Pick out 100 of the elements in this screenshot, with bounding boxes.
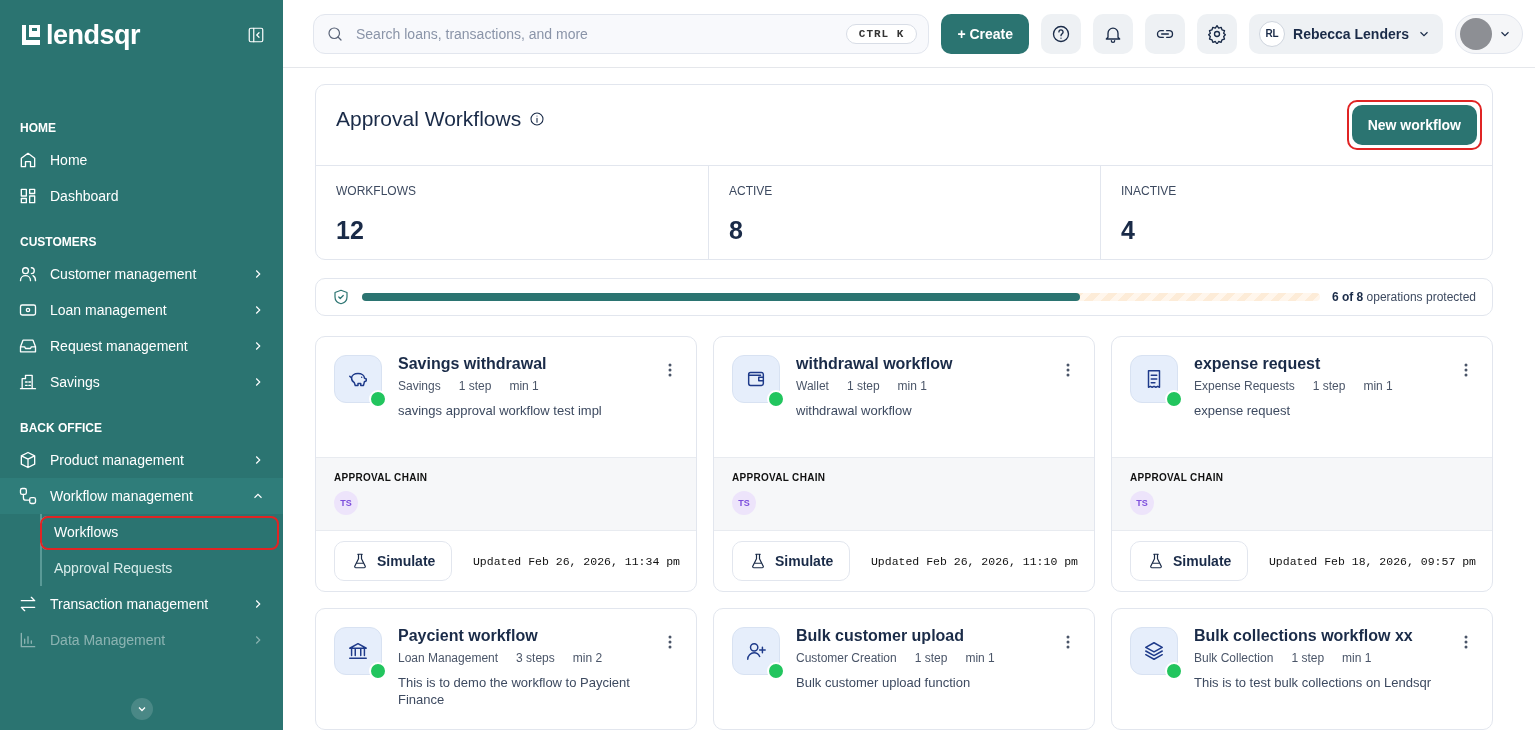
- collapse-sidebar-icon[interactable]: [247, 26, 265, 44]
- kebab-menu-icon: [668, 635, 672, 649]
- approver-avatar: TS: [1130, 491, 1154, 515]
- logo-text: lendsqr: [46, 19, 141, 51]
- notifications-button[interactable]: [1093, 13, 1134, 54]
- workflow-description: This is to demo the workflow to Paycient Finance: [398, 674, 631, 708]
- kebab-menu-icon: [1464, 363, 1468, 377]
- workflow-title: withdrawal workflow: [796, 355, 954, 373]
- workflow-category: Savings: [398, 379, 441, 393]
- layers-icon: [1143, 640, 1165, 662]
- settings-button[interactable]: [1197, 13, 1238, 54]
- flask-icon: [351, 552, 369, 570]
- help-button[interactable]: [1041, 13, 1082, 54]
- workflow-category: Bulk Collection: [1194, 651, 1274, 665]
- approver-avatar: TS: [334, 491, 358, 515]
- nav-item-icon: [18, 594, 38, 614]
- nav-item[interactable]: Savings: [0, 364, 283, 400]
- stat-label: INACTIVE: [1121, 184, 1178, 198]
- flask-icon: [1147, 552, 1165, 570]
- nav-item[interactable]: Transaction management: [0, 586, 283, 622]
- workflow-steps: 1 step: [458, 379, 492, 393]
- create-button[interactable]: + Create: [941, 13, 1030, 54]
- user-plus-icon: [745, 640, 767, 662]
- nav-section-heading: BACK OFFICE: [19, 420, 103, 437]
- page-title: Approval Workflows: [336, 107, 522, 131]
- help-icon: [1051, 23, 1072, 44]
- workflow-steps: 1 step: [914, 651, 948, 665]
- stat-value: 4: [1121, 216, 1136, 245]
- nav-item[interactable]: Customer management: [0, 256, 283, 292]
- workflow-min-approvals: min 1: [1363, 379, 1393, 393]
- settings-icon: [1207, 23, 1228, 44]
- nav-item[interactable]: Workflow management: [0, 478, 283, 514]
- nav-item[interactable]: Home: [0, 142, 283, 178]
- flask-icon: [749, 552, 767, 570]
- user-menu-button[interactable]: RL Rebecca Lenders: [1249, 13, 1443, 54]
- workflow-steps: 1 step: [1312, 379, 1346, 393]
- workflow-min-approvals: min 1: [1342, 651, 1372, 665]
- nav-subitem[interactable]: Approval Requests: [42, 550, 279, 586]
- workflow-title: Savings withdrawal: [398, 355, 548, 373]
- nav-section-heading: CUSTOMERS: [19, 234, 98, 251]
- workflow-steps: 1 step: [846, 379, 880, 393]
- workflow-min-approvals: min 1: [509, 379, 539, 393]
- nav-item[interactable]: Product management: [0, 442, 283, 478]
- nav-item-icon: [18, 264, 38, 284]
- approval-chain-label: APPROVAL CHAIN: [334, 472, 429, 483]
- workflow-category: Expense Requests: [1194, 379, 1295, 393]
- workflow-min-approvals: min 1: [897, 379, 927, 393]
- info-icon: [529, 111, 546, 127]
- profile-menu-button[interactable]: [1455, 13, 1523, 54]
- bank-icon: [347, 640, 369, 662]
- nav-item[interactable]: Request management: [0, 328, 283, 364]
- nav-section-heading: HOME: [19, 120, 57, 137]
- kebab-menu-icon: [1066, 363, 1070, 377]
- simulate-button[interactable]: Simulate: [1130, 541, 1249, 581]
- workflow-category: Loan Management: [398, 651, 499, 665]
- workflow-description: savings approval workflow test impl: [398, 402, 603, 419]
- workflow-title: Paycient workflow: [398, 627, 539, 645]
- workflow-description: Bulk customer upload function: [796, 674, 972, 691]
- nav-item[interactable]: Loan management: [0, 292, 283, 328]
- scroll-down-button[interactable]: [131, 698, 153, 720]
- approval-chain-label: APPROVAL CHAIN: [732, 472, 827, 483]
- kebab-menu-icon: [1066, 635, 1070, 649]
- stat-label: ACTIVE: [729, 184, 774, 198]
- kebab-menu-icon: [668, 363, 672, 377]
- simulate-button[interactable]: Simulate: [334, 541, 453, 581]
- workflow-description: This is to test bulk collections on Lendsqr: [1194, 674, 1432, 691]
- updated-timestamp: Updated Feb 18, 2026, 09:57 pm: [1268, 554, 1476, 568]
- nav-item-icon: [18, 630, 38, 650]
- user-initials-avatar: RL: [1259, 20, 1286, 47]
- workflow-description: expense request: [1194, 402, 1292, 419]
- nav-item-icon: [18, 486, 38, 506]
- stat-label: WORKFLOWS: [336, 184, 417, 198]
- nav-item-icon: [18, 150, 38, 170]
- workflow-steps: 1 step: [1291, 651, 1325, 665]
- updated-timestamp: Updated Feb 26, 2026, 11:10 pm: [870, 554, 1078, 568]
- nav-item-icon: [18, 450, 38, 470]
- workflow-description: withdrawal workflow: [796, 402, 913, 419]
- simulate-button[interactable]: Simulate: [732, 541, 851, 581]
- avatar-placeholder: [1460, 17, 1492, 50]
- workflow-title: expense request: [1194, 355, 1322, 373]
- workflow-min-approvals: min 2: [572, 651, 603, 665]
- approver-avatar: TS: [732, 491, 756, 515]
- link-button[interactable]: [1145, 13, 1186, 54]
- nav-item[interactable]: Dashboard: [0, 178, 283, 214]
- nav-item-icon: [18, 186, 38, 206]
- workflow-min-approvals: min 1: [965, 651, 995, 665]
- nav-subitem[interactable]: Workflows: [40, 516, 279, 550]
- protection-summary: 6 of 8 operations protected: [1331, 290, 1476, 304]
- workflow-title: Bulk customer upload: [796, 627, 966, 645]
- stat-value: 8: [729, 216, 744, 245]
- kebab-menu-icon: [1464, 635, 1468, 649]
- nav-item-icon: [18, 372, 38, 392]
- new-workflow-button[interactable]: New workflow: [1351, 105, 1477, 145]
- approval-chain-label: APPROVAL CHAIN: [1130, 472, 1225, 483]
- stat-value: 12: [336, 216, 365, 245]
- updated-timestamp: Updated Feb 26, 2026, 11:34 pm: [472, 554, 680, 568]
- workflow-steps: 3 steps: [516, 651, 555, 665]
- search-icon: [326, 24, 344, 43]
- workflow-category: Wallet: [796, 379, 829, 393]
- workflow-category: Customer Creation: [796, 651, 897, 665]
